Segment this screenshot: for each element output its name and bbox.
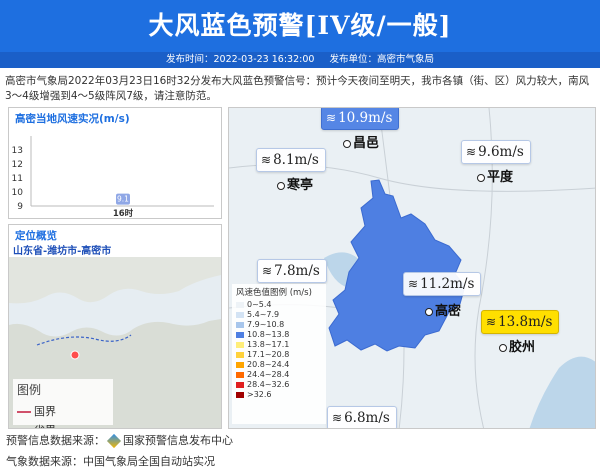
legend-swatch bbox=[236, 311, 244, 318]
overview-legend-title: 图例 bbox=[17, 383, 42, 397]
legend-label: 10.8~13.8 bbox=[247, 330, 290, 339]
wind-icon: ≋ bbox=[332, 411, 343, 425]
city-dot-icon bbox=[499, 343, 507, 352]
legend-row: 13.8~17.1 bbox=[236, 340, 326, 350]
publisher: 发布单位：高密市气象局 bbox=[329, 54, 434, 65]
y-tick-label: 12 bbox=[12, 160, 23, 170]
legend-row: 28.4~32.6 bbox=[236, 380, 326, 390]
overview-legend-item: 国界 bbox=[17, 405, 56, 418]
legend-swatch bbox=[236, 301, 244, 308]
y-tick-label: 9 bbox=[17, 202, 23, 212]
legend-row: 24.4~28.4 bbox=[236, 370, 326, 380]
wind-label-pingdu[interactable]: ≋ 9.6m/s bbox=[461, 140, 531, 164]
legend-row: 10.8~13.8 bbox=[236, 330, 326, 340]
city-pingdu: 平度 bbox=[477, 166, 513, 185]
legend-row: 7.9~10.8 bbox=[236, 320, 326, 330]
y-tick-label: 11 bbox=[12, 174, 23, 184]
legend-swatch bbox=[236, 331, 244, 338]
wind-value-label: 9.1 bbox=[117, 195, 129, 204]
legend-title: 风速色值图例 (m/s) bbox=[236, 288, 312, 298]
wind-label-gaomi[interactable]: ≋ 11.2m/s bbox=[403, 272, 482, 296]
overview-legend-item: 省界 bbox=[17, 424, 56, 428]
publish-time: 发布时间：2022-03-23 16:32:00 bbox=[166, 54, 315, 65]
legend-label: >32.6 bbox=[247, 390, 272, 399]
y-tick-label: 10 bbox=[12, 188, 24, 198]
wind-color-legend: 风速色值图例 (m/s) 0~5.4 5.4~7.9 7.9~10.8 10.8~13… bbox=[232, 284, 326, 424]
x-tick-label: 16时 bbox=[113, 208, 134, 218]
wind-speed-chart: 13 12 11 10 9 9.1 16时 bbox=[12, 136, 214, 218]
legend-row: 0~5.4 bbox=[236, 300, 326, 310]
wind-label-jiaozhou[interactable]: ≋ 13.8m/s bbox=[481, 310, 560, 334]
footer-source-2: 气象数据来源：中国气象局全国自动站实况 bbox=[6, 455, 215, 468]
legend-row: 20.8~24.4 bbox=[236, 360, 326, 370]
legend-label: 28.4~32.6 bbox=[247, 380, 290, 389]
wind-icon: ≋ bbox=[466, 145, 477, 159]
legend-label: 13.8~17.1 bbox=[247, 340, 290, 349]
legend-label: 24.4~28.4 bbox=[247, 370, 290, 379]
wind-icon: ≋ bbox=[326, 111, 337, 125]
legend-label: 17.1~20.8 bbox=[247, 350, 290, 359]
legend-label: 7.9~10.8 bbox=[247, 320, 285, 329]
wind-label-hanting[interactable]: ≋ 8.1m/s bbox=[256, 148, 326, 172]
legend-label: 5.4~7.9 bbox=[247, 310, 280, 319]
city-dot-icon bbox=[343, 139, 351, 148]
city-gaomi: 高密 bbox=[425, 300, 461, 319]
info-bar: 发布时间：2022-03-23 16:32:00 发布单位：高密市气象局 bbox=[0, 52, 600, 68]
footer-source-1: 预警信息数据来源： 国家预警信息发布中心 bbox=[6, 433, 233, 449]
wind-label-west[interactable]: ≋ 7.8m/s bbox=[257, 259, 327, 283]
overview-legend: 图例 国界省界 bbox=[13, 379, 113, 428]
legend-swatch bbox=[236, 351, 244, 358]
wind-speed-panel: 高密当地风速实况(m/s) 13 12 11 10 9 9.1 16时 bbox=[8, 107, 222, 219]
y-tick-label: 13 bbox=[12, 146, 23, 156]
legend-row: 5.4~7.9 bbox=[236, 310, 326, 320]
location-panel: 定位概览 山东省-潍坊市-高密市 图例 国界省界 bbox=[8, 224, 222, 429]
legend-swatch bbox=[236, 321, 244, 328]
legend-label: 0~5.4 bbox=[247, 300, 272, 309]
legend-swatch bbox=[236, 371, 244, 378]
legend-swatch bbox=[236, 381, 244, 388]
wind-label-south[interactable]: ≋ 6.8m/s bbox=[327, 406, 397, 428]
legend-items: 0~5.4 5.4~7.9 7.9~10.8 10.8~13.8 13.8~17.1 17… bbox=[232, 300, 326, 400]
legend-swatch bbox=[236, 361, 244, 368]
wind-icon: ≋ bbox=[262, 264, 273, 278]
city-jiaozhou: 胶州 bbox=[499, 336, 535, 355]
wind-icon: ≋ bbox=[261, 153, 272, 167]
warning-description: 高密市气象局2022年03月23日16时32分发布大风蓝色预警信号：预计今天夜间… bbox=[5, 75, 590, 102]
wind-label-changyi-north[interactable]: ≋ 10.9m/s bbox=[321, 108, 400, 130]
wind-icon: ≋ bbox=[486, 315, 497, 329]
city-hanting: 寒亭 bbox=[277, 174, 313, 193]
release-center-logo-icon bbox=[106, 433, 122, 449]
overview-legend-items: 国界省界 bbox=[13, 400, 113, 428]
city-dot-icon bbox=[277, 181, 285, 190]
wind-icon: ≋ bbox=[408, 277, 419, 291]
city-changyi: 昌邑 bbox=[343, 132, 379, 151]
legend-row: >32.6 bbox=[236, 390, 326, 400]
legend-swatch bbox=[236, 341, 244, 348]
city-dot-icon bbox=[477, 173, 485, 182]
location-marker bbox=[70, 350, 80, 360]
header-bar: 大风蓝色预警[IV级/一般] bbox=[0, 0, 600, 52]
legend-swatch bbox=[236, 391, 244, 398]
legend-row: 17.1~20.8 bbox=[236, 350, 326, 360]
city-dot-icon bbox=[425, 307, 433, 316]
page-title: 大风蓝色预警[IV级/一般] bbox=[148, 11, 452, 40]
legend-label: 20.8~24.4 bbox=[247, 360, 290, 369]
border-line-icon bbox=[17, 411, 31, 413]
